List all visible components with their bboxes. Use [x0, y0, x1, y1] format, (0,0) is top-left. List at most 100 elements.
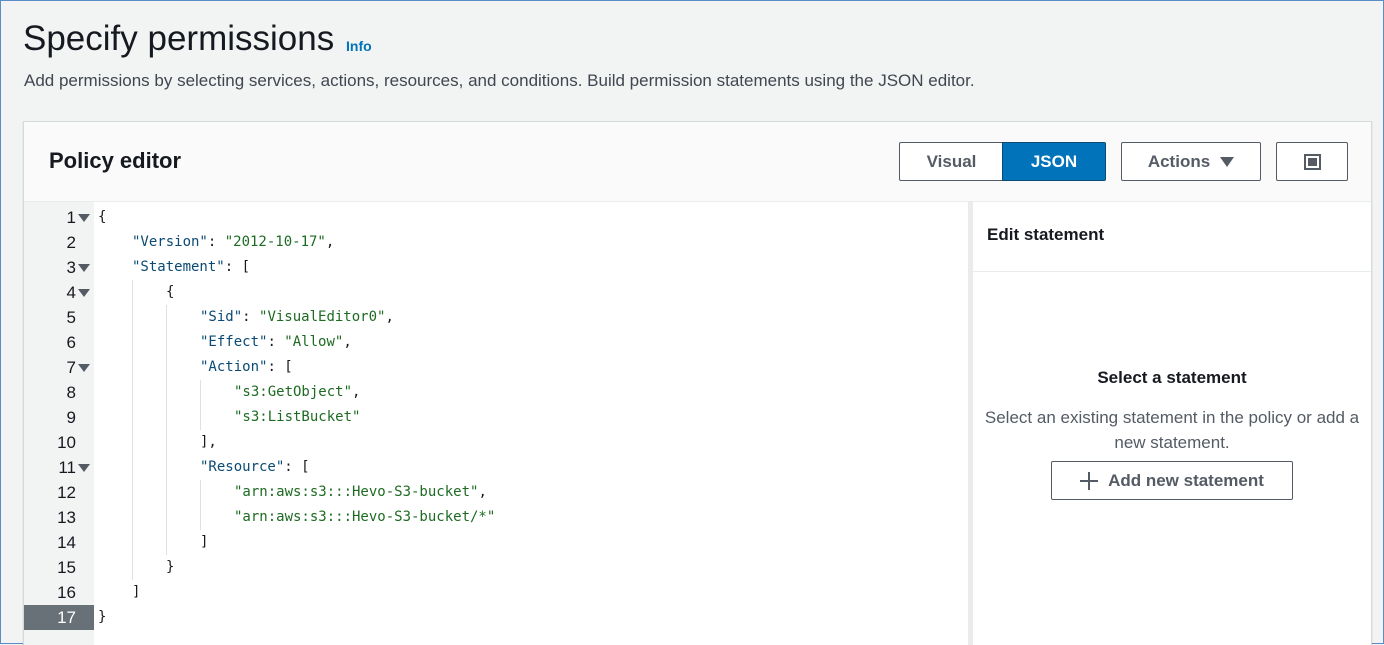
json-punctuation: : [ — [267, 359, 293, 375]
page-description: Add permissions by selecting services, a… — [24, 71, 975, 90]
code-line[interactable]: 3 "Statement": [ — [24, 255, 968, 280]
code-line[interactable]: 7 "Action": [ — [24, 355, 968, 380]
caret-down-icon — [1220, 156, 1235, 167]
mode-json-button[interactable]: JSON — [1002, 142, 1106, 181]
mode-visual-button[interactable]: Visual — [899, 142, 1003, 181]
json-key: "Effect" — [200, 334, 268, 350]
line-number-cell: 14 — [24, 530, 94, 555]
json-string: "2012-10-17" — [224, 234, 326, 250]
line-number: 7 — [66, 358, 76, 377]
line-number-cell: 3 — [24, 255, 94, 280]
json-key: "Version" — [132, 234, 208, 250]
code-line[interactable]: 13 "arn:aws:s3:::Hevo-S3-bucket/*" — [24, 505, 968, 530]
fold-triangle-icon[interactable] — [78, 289, 90, 297]
indent-guide — [132, 405, 133, 430]
json-string: "arn:aws:s3:::Hevo-S3-bucket" — [234, 484, 479, 500]
line-number: 4 — [66, 283, 76, 302]
indent-guide — [166, 480, 167, 505]
code-line[interactable]: 12 "arn:aws:s3:::Hevo-S3-bucket", — [24, 480, 968, 505]
json-punctuation: ] — [200, 534, 209, 550]
line-number-cell: 8 — [24, 380, 94, 405]
code-line[interactable]: 14] — [24, 530, 968, 555]
code-lines: 1{2 "Version": "2012-10-17", 3 "Statement":… — [24, 205, 968, 630]
line-number: 3 — [66, 258, 76, 277]
line-number: 16 — [57, 583, 76, 602]
code-line[interactable]: 10], — [24, 430, 968, 455]
json-punctuation: } — [166, 559, 175, 575]
json-punctuation: , — [343, 334, 352, 350]
code-line[interactable]: 9 "s3:ListBucket" — [24, 405, 968, 430]
json-punctuation: } — [98, 609, 107, 625]
line-number-cell: 1 — [24, 205, 94, 230]
code-line[interactable]: 1{ — [24, 205, 968, 230]
code-text: { — [98, 205, 106, 230]
code-line[interactable]: 4{ — [24, 280, 968, 305]
actions-label: Actions — [1147, 151, 1211, 171]
code-line[interactable]: 8 "s3:GetObject", — [24, 380, 968, 405]
fold-triangle-icon[interactable] — [78, 264, 90, 272]
code-text: { — [166, 280, 174, 305]
code-line[interactable]: 11 "Resource": [ — [24, 455, 968, 480]
json-key: "Sid" — [200, 309, 243, 325]
json-string: "s3:ListBucket" — [234, 409, 361, 425]
code-text: "Sid": "VisualEditor0", — [200, 305, 394, 330]
line-number-cell: 17 — [24, 605, 94, 630]
json-code-editor[interactable]: 1{2 "Version": "2012-10-17", 3 "Statement":… — [24, 202, 968, 645]
json-punctuation: { — [166, 284, 175, 300]
json-string: "arn:aws:s3:::Hevo-S3-bucket/*" — [234, 509, 496, 525]
fold-triangle-icon[interactable] — [78, 214, 90, 222]
code-text: "Resource": [ — [200, 455, 310, 480]
json-punctuation: , — [385, 309, 394, 325]
indent-guide — [132, 530, 133, 555]
code-text: } — [98, 605, 106, 630]
json-punctuation: : [ — [284, 459, 310, 475]
indent-guide — [132, 505, 133, 530]
indent-guide — [200, 405, 201, 430]
line-number: 14 — [57, 533, 76, 552]
line-number-cell: 4 — [24, 280, 94, 305]
json-string: "VisualEditor0" — [259, 309, 386, 325]
indent-guide — [132, 380, 133, 405]
line-number: 6 — [66, 333, 76, 352]
line-number-cell: 16 — [24, 580, 94, 605]
indent-guide — [132, 355, 133, 380]
line-number-cell: 13 — [24, 505, 94, 530]
app-frame: Specify permissions Info Add permissions… — [0, 0, 1384, 645]
indent-guide — [132, 330, 133, 355]
json-punctuation: , — [325, 234, 335, 250]
fullscreen-button[interactable] — [1276, 142, 1348, 181]
line-number-cell: 6 — [24, 330, 94, 355]
code-text: "Version": "2012-10-17", — [132, 230, 334, 255]
fold-triangle-icon[interactable] — [78, 464, 90, 472]
code-line[interactable]: 6 "Effect": "Allow", — [24, 330, 968, 355]
code-line[interactable]: 5 "Sid": "VisualEditor0", — [24, 305, 968, 330]
json-punctuation: ], — [200, 434, 217, 450]
indent-guide — [200, 480, 201, 505]
indent-guide — [166, 405, 167, 430]
json-punctuation: : [ — [224, 259, 251, 275]
code-line[interactable]: 15} — [24, 555, 968, 580]
actions-dropdown-button[interactable]: Actions — [1121, 142, 1261, 181]
indent-guide — [132, 480, 133, 505]
line-number: 2 — [66, 233, 76, 252]
indent-guide — [166, 380, 167, 405]
line-number: 9 — [66, 408, 76, 427]
code-line[interactable]: 16] — [24, 580, 968, 605]
code-line[interactable]: 17} — [24, 605, 968, 630]
fold-triangle-icon[interactable] — [78, 364, 90, 372]
line-number-cell: 2 — [24, 230, 94, 255]
code-text: ], — [200, 430, 217, 455]
line-number-cell: 15 — [24, 555, 94, 580]
indent-guide — [132, 455, 133, 480]
indent-guide — [166, 430, 167, 455]
indent-guide — [132, 555, 133, 580]
code-line[interactable]: 2 "Version": "2012-10-17", — [24, 230, 968, 255]
line-number: 17 — [57, 608, 76, 627]
line-number: 11 — [58, 458, 76, 477]
add-new-statement-button[interactable]: Add new statement — [1051, 461, 1293, 500]
code-text: ] — [200, 530, 208, 555]
indent-guide — [166, 455, 167, 480]
json-punctuation: ] — [132, 584, 141, 600]
line-number: 15 — [57, 558, 76, 577]
info-link[interactable]: Info — [346, 38, 372, 54]
